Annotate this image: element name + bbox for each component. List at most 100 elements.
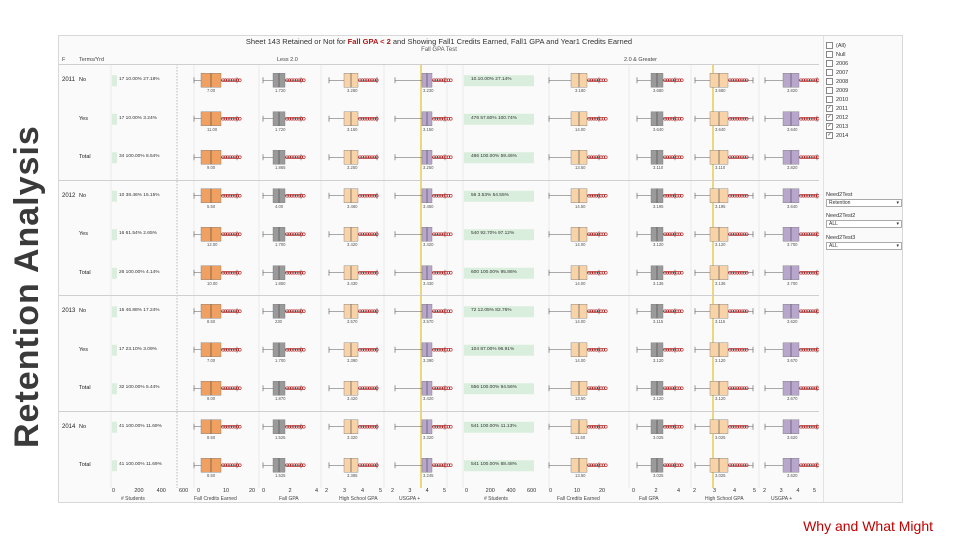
year-filter-item[interactable]: ✓ 2011 — [826, 105, 848, 112]
count-bar — [112, 306, 117, 318]
median-value: 3.150 — [347, 126, 358, 132]
median-value: 3.640 — [787, 126, 798, 132]
year-label: 2014 — [62, 423, 76, 430]
median-value: 3.115 — [653, 319, 664, 325]
median-value: 3.820 — [787, 88, 798, 94]
median-value: 230 — [275, 319, 282, 325]
median-value: 3.390 — [423, 357, 434, 363]
median-value: 3.670 — [787, 357, 798, 363]
count-label: 476 57.60% 100.74% — [471, 115, 517, 121]
year-filter-item[interactable]: ✓ 2013 — [826, 123, 848, 130]
checkbox[interactable]: ✓ — [826, 123, 833, 130]
count-label: 541 100.00% 11.13% — [471, 423, 517, 429]
tick-label: 3 — [779, 488, 783, 494]
count-label: 556 100.00% 94.56% — [471, 385, 517, 391]
median-value: 3.245 — [423, 473, 434, 479]
col-header-f: F — [62, 57, 66, 63]
median-value: 3.570 — [347, 319, 358, 325]
checkbox[interactable] — [826, 69, 833, 76]
checkbox[interactable] — [826, 87, 833, 94]
median-value: 14.00 — [575, 357, 586, 363]
median-value: 1.865 — [275, 165, 286, 171]
tick-label: 10 — [223, 488, 230, 494]
median-value: 3.670 — [787, 396, 798, 402]
count-label: 41 100.00% 11.69% — [119, 423, 162, 429]
checkbox[interactable] — [826, 51, 833, 58]
tick-label: 3 — [343, 488, 347, 494]
year-filter-item[interactable]: 2008 — [826, 78, 848, 85]
tick-label: 0 — [112, 488, 116, 494]
filter1-title: Need2Test — [826, 192, 853, 198]
count-label: 56 3.53% 54.55% — [471, 192, 509, 198]
year-filter-item[interactable]: 2010 — [826, 96, 848, 103]
count-label: 17 10.00% 3.24% — [119, 115, 157, 121]
median-value: 3.120 — [715, 357, 726, 363]
count-label: 72 12.05% 82.76% — [471, 308, 512, 314]
checkbox[interactable] — [826, 60, 833, 67]
median-value: 3.820 — [787, 165, 798, 171]
year-filter-item[interactable]: ✓ 2012 — [826, 114, 848, 121]
checkbox[interactable]: ✓ — [826, 132, 833, 139]
checkbox[interactable] — [826, 42, 833, 49]
median-value: 3.570 — [423, 319, 434, 325]
axis-label: USGPA + — [771, 496, 793, 502]
median-value: 14.00 — [575, 319, 586, 325]
year-filter-item[interactable]: Null — [826, 51, 845, 58]
median-value: 7.00 — [207, 88, 216, 94]
axis-label: Fall Credits Earned — [194, 496, 237, 502]
median-value: 3.150 — [423, 126, 434, 132]
tick-label: 2 — [693, 488, 697, 494]
year-filter-item[interactable]: 2006 — [826, 60, 848, 67]
axis-label: Fall Credits Earned — [557, 496, 600, 502]
median-value: 3.025 — [653, 434, 664, 440]
tick-label: 10 — [574, 488, 581, 494]
count-label: 600 100.00% 95.86% — [471, 269, 517, 275]
count-label: 104 87.00% 96.91% — [471, 346, 515, 352]
count-label: 10 38.46% 15.15% — [119, 192, 160, 198]
chevron-down-icon: ▾ — [896, 200, 899, 206]
median-value: 1.700 — [275, 242, 286, 248]
median-value: 3.195 — [653, 203, 664, 209]
median-value: 3.640 — [653, 126, 664, 132]
chevron-down-icon: ▾ — [896, 243, 899, 249]
median-value: 3.385 — [347, 473, 358, 479]
count-label: 41 100.00% 11.69% — [119, 462, 162, 468]
year-filter-item[interactable]: ✓ 2014 — [826, 132, 848, 139]
checkbox[interactable] — [826, 96, 833, 103]
axis-label: High School GPA — [705, 496, 744, 502]
median-value: 14.00 — [575, 126, 586, 132]
tick-label: 600 — [179, 488, 189, 494]
median-value: 3.430 — [423, 280, 434, 286]
median-value: 3.120 — [653, 396, 664, 402]
checkbox[interactable] — [826, 78, 833, 85]
count-bar — [112, 152, 117, 164]
year-filter-label: Null — [836, 51, 846, 58]
year-filter-item[interactable]: 2009 — [826, 87, 848, 94]
median-value: 3.680 — [715, 88, 726, 94]
year-filter-label: (All) — [836, 42, 846, 49]
tick-label: 5 — [379, 488, 383, 494]
tick-label: 5 — [753, 488, 757, 494]
tick-label: 3 — [713, 488, 717, 494]
filter1-dropdown[interactable]: Retention ▾ — [826, 199, 902, 207]
median-value: 14.00 — [575, 242, 586, 248]
median-value: 3.230 — [423, 88, 434, 94]
filter2-dropdown[interactable]: ALL ▾ — [826, 220, 902, 228]
axis-label: USGPA + — [399, 496, 421, 502]
year-filter-item[interactable]: 2007 — [826, 69, 848, 76]
checkbox[interactable]: ✓ — [826, 114, 833, 121]
retained-label: No — [79, 192, 87, 199]
retained-label: Yes — [79, 346, 88, 353]
median-value: 13.50 — [575, 396, 586, 402]
filter3-dropdown[interactable]: ALL ▾ — [826, 242, 902, 250]
retained-label: No — [79, 77, 87, 84]
median-value: 13.50 — [575, 473, 586, 479]
retained-label: Total — [79, 462, 91, 469]
checkbox[interactable]: ✓ — [826, 105, 833, 112]
tick-label: 2 — [391, 488, 395, 494]
retention-analysis-title: Retention Analysis — [8, 125, 46, 448]
tick-label: 4 — [425, 488, 429, 494]
year-filter-item[interactable]: (All) — [826, 42, 846, 49]
median-value: 3.025 — [653, 473, 664, 479]
count-label: 10.10.00% 27.14% — [471, 77, 512, 83]
